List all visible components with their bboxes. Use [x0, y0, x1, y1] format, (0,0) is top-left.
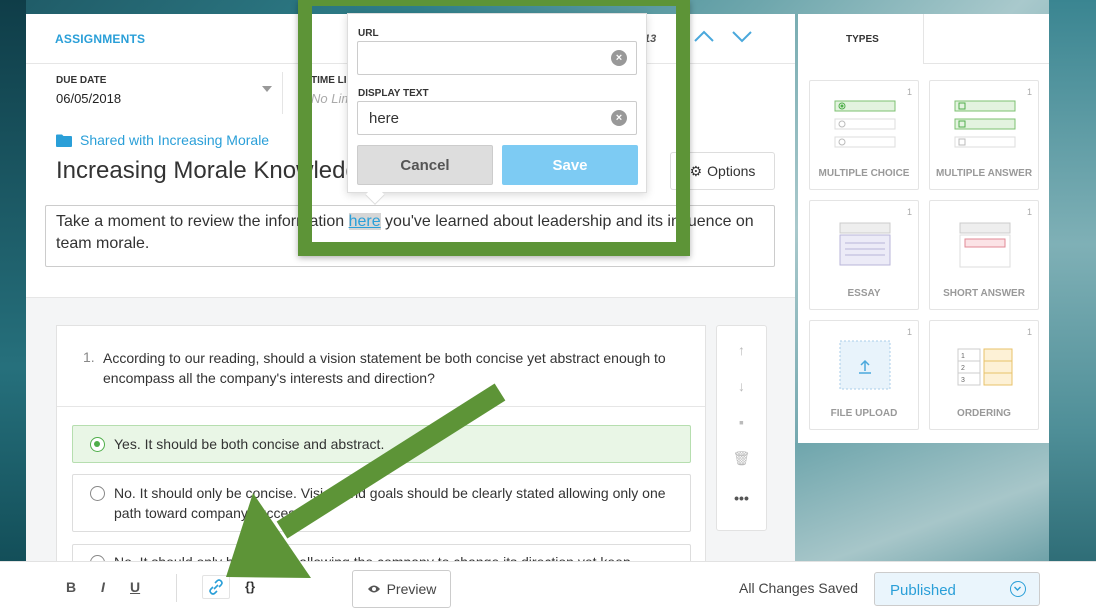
italic-button[interactable]: I [101, 579, 105, 595]
type-count: 1 [906, 207, 912, 217]
svg-text:3: 3 [961, 377, 965, 384]
preview-label: Preview [386, 581, 437, 597]
more-icon[interactable]: ••• [717, 490, 766, 506]
type-label: ESSAY [847, 288, 881, 299]
bold-button[interactable]: B [66, 579, 76, 595]
type-card-multiple-answer[interactable]: 1 MULTIPLE ANSWER [929, 80, 1039, 190]
background-left [0, 0, 26, 611]
description-link[interactable]: here [348, 213, 381, 230]
question-tools: ↑ ↓ ▪ 🗑 ••• [716, 325, 767, 531]
type-label: MULTIPLE CHOICE [818, 168, 910, 179]
question-text[interactable]: According to our reading, should a visio… [103, 348, 701, 388]
multiple-choice-icon [834, 100, 896, 148]
ordering-icon: 1 2 3 [957, 348, 1013, 386]
question-header: 1. According to our reading, should a vi… [57, 326, 705, 407]
type-label: FILE UPLOAD [830, 408, 898, 419]
bottom-toolbar: B I U {} Preview All Changes Saved Publi… [0, 561, 1096, 611]
answer-radio-selected[interactable] [90, 437, 105, 452]
type-count: 1 [1026, 207, 1032, 217]
preview-button[interactable]: Preview [352, 570, 451, 608]
move-down-icon[interactable]: ↓ [717, 378, 766, 394]
answer-text: No. It should only be abstract allowing … [114, 552, 680, 561]
display-text-label: DISPLAY TEXT [358, 88, 429, 99]
gear-icon: ⚙ [689, 162, 703, 179]
underline-button[interactable]: U [130, 579, 140, 595]
display-text-clear-icon[interactable]: × [611, 110, 627, 126]
answer-radio[interactable] [90, 486, 105, 501]
description-text: Take a moment to review the information [56, 213, 349, 230]
options-label: Options [707, 163, 756, 179]
tab-types-label: TYPES [846, 34, 879, 45]
multiple-answer-icon [954, 100, 1016, 148]
save-button[interactable]: Save [502, 145, 638, 185]
chevron-down-icon [1010, 581, 1026, 597]
tab-assignments[interactable]: ASSIGNMENTS [55, 32, 145, 46]
chevron-down-icon[interactable] [730, 26, 754, 46]
url-clear-icon[interactable]: × [611, 50, 627, 66]
answer-text: No. It should only be concise. Vision an… [114, 485, 666, 521]
url-input[interactable] [357, 41, 637, 75]
question-card[interactable]: 1. According to our reading, should a vi… [56, 325, 706, 561]
divider [176, 574, 177, 602]
eye-icon [367, 585, 380, 593]
display-text-input[interactable] [357, 101, 637, 135]
due-date-caret-icon[interactable] [262, 86, 272, 92]
type-card-essay[interactable]: 1 ESSAY [809, 200, 919, 310]
answer-option[interactable]: No. It should only be concise. Vision an… [72, 474, 691, 532]
short-answer-icon [959, 222, 1011, 268]
divider [924, 63, 1049, 64]
question-types-panel: TYPES 1 MULTIPLE CHOICE 1 MULTIPLE ANSWE… [798, 14, 1049, 443]
type-card-ordering[interactable]: 1 1 2 3 ORDERING [929, 320, 1039, 430]
folder-icon [56, 134, 72, 147]
assignment-title[interactable]: Increasing Morale Knowledge [56, 157, 372, 185]
type-card-short-answer[interactable]: 1 SHORT ANSWER [929, 200, 1039, 310]
tab-types[interactable]: TYPES [798, 14, 924, 64]
duplicate-icon[interactable]: ▪ [717, 414, 766, 430]
link-popover: URL × DISPLAY TEXT × Cancel Save [347, 13, 647, 205]
url-label: URL [358, 28, 379, 39]
publish-status-select[interactable]: Published [874, 572, 1040, 606]
background-right [1049, 0, 1096, 611]
answer-option[interactable]: No. It should only be abstract allowing … [72, 544, 691, 561]
type-card-multiple-choice[interactable]: 1 MULTIPLE CHOICE [809, 80, 919, 190]
answer-text: Yes. It should be both concise and abstr… [114, 436, 385, 452]
type-label: SHORT ANSWER [943, 288, 1025, 299]
type-count: 1 [906, 327, 912, 337]
due-date-field[interactable]: 06/05/2018 [56, 91, 121, 106]
type-label: MULTIPLE ANSWER [935, 168, 1033, 179]
link-icon [209, 579, 223, 595]
due-date-label: DUE DATE [56, 75, 107, 86]
svg-text:2: 2 [961, 365, 965, 372]
description-editor[interactable]: Take a moment to review the information … [45, 205, 775, 267]
move-up-icon[interactable]: ↑ [717, 342, 766, 358]
insert-link-button[interactable] [202, 575, 230, 599]
save-status: All Changes Saved [739, 580, 859, 596]
chevron-up-icon[interactable] [692, 26, 716, 46]
answer-option-correct[interactable]: Yes. It should be both concise and abstr… [72, 425, 691, 463]
folder-name[interactable]: Shared with Increasing Morale [80, 132, 269, 148]
options-button[interactable]: ⚙ Options [670, 152, 775, 190]
svg-text:1: 1 [961, 353, 965, 360]
file-upload-icon [839, 340, 891, 390]
type-count: 1 [1026, 327, 1032, 337]
type-count: 1 [1026, 87, 1032, 97]
folder-breadcrumb[interactable]: Shared with Increasing Morale [56, 132, 269, 148]
question-number: 1. [83, 349, 95, 365]
essay-icon [839, 222, 891, 266]
type-count: 1 [906, 87, 912, 97]
trash-icon[interactable]: 🗑 [717, 450, 766, 467]
publish-status-value: Published [890, 582, 956, 599]
type-label: ORDERING [957, 408, 1011, 419]
type-card-file-upload[interactable]: 1 FILE UPLOAD [809, 320, 919, 430]
cancel-button[interactable]: Cancel [357, 145, 493, 185]
divider [282, 72, 283, 114]
code-button[interactable]: {} [245, 579, 255, 594]
